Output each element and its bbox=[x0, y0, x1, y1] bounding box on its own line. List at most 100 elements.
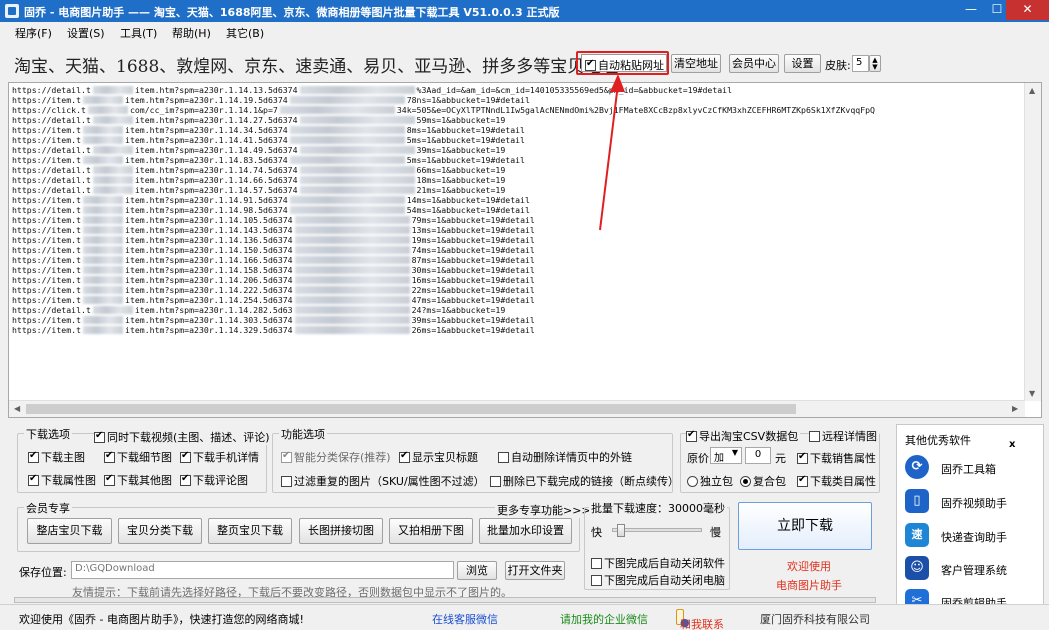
scroll-right-icon[interactable]: ▶ bbox=[1012, 404, 1018, 413]
save-path-input[interactable]: D:\GQDownload bbox=[71, 561, 454, 579]
url-line: https://detail.t item.htm?spm=a230r.1.14.… bbox=[12, 165, 1024, 175]
clear-address-button[interactable]: 清空地址 bbox=[671, 54, 721, 73]
service-wechat-link[interactable]: 在线客服微信 bbox=[432, 611, 498, 627]
price-op-select[interactable]: 加 ▼ bbox=[710, 447, 742, 464]
enterprise-wechat-link[interactable]: 请加我的企业微信 bbox=[560, 611, 648, 627]
delete-done-label: 删除已下载完成的链接（断点续传） bbox=[503, 475, 679, 488]
menu-other[interactable]: 其它(B) bbox=[226, 25, 264, 41]
scroll-down-icon[interactable]: ▼ bbox=[1029, 389, 1035, 398]
url-path: item.htm?spm=a230r.1.14.91.5d6374 bbox=[125, 195, 288, 205]
auto-shutdown-checkbox[interactable]: 下图完成后自动关闭电脑 bbox=[591, 572, 725, 588]
other-software-title: 其他优秀软件 bbox=[905, 434, 971, 447]
url-path: com/cc_im?spm=a230r.1.14.1&p=7 bbox=[129, 105, 278, 115]
minimize-button[interactable]: — bbox=[958, 0, 984, 20]
url-path: item.htm?spm=a230r.1.14.222.5d6374 bbox=[125, 285, 293, 295]
speed-slider[interactable] bbox=[612, 524, 702, 537]
sales-attr-checkbox[interactable]: 下载销售属性 bbox=[797, 450, 876, 466]
software-crm[interactable]: ☺ 客户管理系统 bbox=[905, 556, 1043, 582]
url-path: item.htm?spm=a230r.1.14.158.5d6374 bbox=[125, 265, 293, 275]
check-icon bbox=[591, 558, 602, 569]
blurred-region bbox=[294, 216, 410, 224]
attr-image-checkbox[interactable]: 下载属性图 bbox=[28, 472, 96, 488]
menu-settings[interactable]: 设置(S) bbox=[67, 25, 105, 41]
browse-button[interactable]: 浏览 bbox=[457, 561, 497, 580]
download-video-checkbox[interactable]: 同时下载视频(主图、描述、评论) bbox=[94, 429, 272, 445]
show-title-checkbox[interactable]: 显示宝贝标题 bbox=[399, 449, 478, 465]
url-prefix: https://item.t bbox=[12, 195, 82, 205]
software-toolbox[interactable]: ⟳ 固乔工具箱 bbox=[905, 455, 1043, 481]
category-attr-checkbox[interactable]: 下载类目属性 bbox=[797, 473, 876, 489]
open-folder-button[interactable]: 打开文件夹 bbox=[505, 561, 565, 580]
url-line: https://item.t item.htm?spm=a230r.1.14.41… bbox=[12, 135, 1024, 145]
blurred-region bbox=[289, 196, 405, 204]
url-path: item.htm?spm=a230r.1.14.98.5d6374 bbox=[125, 205, 288, 215]
standalone-radio[interactable]: 独立包 bbox=[687, 473, 733, 489]
auto-close-app-checkbox[interactable]: 下图完成后自动关闭软件 bbox=[591, 555, 725, 571]
speed-fast-label: 快 bbox=[591, 526, 602, 539]
smart-classify-checkbox[interactable]: 智能分类保存(推荐) bbox=[281, 449, 391, 465]
other-image-checkbox[interactable]: 下载其他图 bbox=[104, 472, 172, 488]
panel-close-icon[interactable]: x bbox=[1009, 439, 1015, 450]
blurred-region bbox=[83, 96, 124, 104]
menu-bar: 程序(F) 设置(S) 工具(T) 帮助(H) 其它(B) bbox=[0, 22, 1049, 42]
url-suffix: 39ms=1&abbucket=19 bbox=[416, 145, 506, 155]
scroll-up-icon[interactable]: ▲ bbox=[1029, 86, 1035, 95]
url-path: item.htm?spm=a230r.1.14.206.5d6374 bbox=[125, 275, 293, 285]
blurred-region bbox=[294, 326, 410, 334]
check-icon bbox=[498, 452, 509, 463]
scroll-left-icon[interactable]: ◀ bbox=[14, 404, 20, 413]
software-crm-label: 客户管理系统 bbox=[941, 564, 1007, 577]
remote-detail-checkbox[interactable]: 远程详情图 bbox=[809, 428, 879, 444]
member-center-button[interactable]: 会员中心 bbox=[729, 54, 779, 73]
delete-done-checkbox[interactable]: 删除已下载完成的链接（断点续传） bbox=[490, 473, 679, 489]
blurred-region bbox=[83, 296, 124, 304]
filter-duplicates-label: 过滤重复的图片（SKU/属性图不过滤） bbox=[294, 475, 485, 488]
menu-tools[interactable]: 工具(T) bbox=[120, 25, 157, 41]
url-suffix: 54ms=1&abbucket=19#detail bbox=[406, 205, 530, 215]
speed-slider-thumb[interactable] bbox=[617, 524, 625, 537]
settings-button[interactable]: 设置 bbox=[784, 54, 821, 73]
auto-delete-links-checkbox[interactable]: 自动删除详情页中的外链 bbox=[498, 449, 632, 465]
horizontal-scroll-thumb[interactable] bbox=[26, 404, 796, 414]
video-icon: ▯ bbox=[905, 489, 929, 513]
shop-download-button[interactable]: 整店宝贝下载 bbox=[27, 518, 112, 544]
more-features-link[interactable]: 更多专享功能>>> bbox=[495, 502, 593, 518]
review-image-checkbox[interactable]: 下载评论图 bbox=[180, 472, 248, 488]
long-image-button[interactable]: 长图拼接切图 bbox=[299, 518, 383, 544]
software-express[interactable]: 速 快递查询助手 bbox=[905, 523, 1043, 549]
blurred-region bbox=[294, 226, 410, 234]
skin-spinner[interactable]: ▲ ▼ bbox=[869, 55, 881, 72]
contact-button[interactable]: ● 和我联系 bbox=[676, 609, 724, 630]
main-image-checkbox[interactable]: 下载主图 bbox=[28, 449, 85, 465]
mobile-detail-checkbox[interactable]: 下载手机详情 bbox=[180, 449, 259, 465]
detail-image-checkbox[interactable]: 下载细节图 bbox=[104, 449, 172, 465]
category-download-button[interactable]: 宝贝分类下载 bbox=[118, 518, 202, 544]
url-path: item.htm?spm=a230r.1.14.254.5d6374 bbox=[125, 295, 293, 305]
app-icon bbox=[5, 4, 19, 18]
contact-label: 和我联系 bbox=[680, 618, 724, 630]
export-csv-checkbox[interactable]: 导出淘宝CSV数据包 bbox=[686, 428, 801, 444]
url-prefix: https://item.t bbox=[12, 275, 82, 285]
url-path: item.htm?spm=a230r.1.14.57.5d6374 bbox=[134, 185, 298, 195]
url-textarea[interactable]: https://detail.t item.htm?spm=a230r.1.14.… bbox=[8, 82, 1042, 418]
title-bar: 固乔 - 电商图片助手 —— 淘宝、天猫、1688阿里、京东、微商相册等图片批量… bbox=[0, 0, 1049, 22]
youpai-album-button[interactable]: 又拍相册下图 bbox=[389, 518, 473, 544]
url-line: https://item.t item.htm?spm=a230r.1.14.19… bbox=[12, 95, 1024, 105]
vertical-scrollbar[interactable]: ▲ ▼ bbox=[1024, 83, 1041, 401]
menu-program[interactable]: 程序(F) bbox=[15, 25, 52, 41]
download-now-button[interactable]: 立即下载 bbox=[738, 502, 872, 550]
close-button[interactable]: ✕ bbox=[1006, 0, 1049, 20]
auto-shutdown-label: 下图完成后自动关闭电脑 bbox=[604, 574, 725, 587]
software-video[interactable]: ▯ 固乔视频助手 bbox=[905, 489, 1043, 515]
skin-input[interactable]: 5 bbox=[852, 55, 869, 72]
price-value-input[interactable]: 0 bbox=[745, 447, 771, 464]
horizontal-scrollbar[interactable]: ◀ ▶ bbox=[9, 400, 1025, 417]
blurred-region bbox=[289, 96, 405, 104]
filter-duplicates-checkbox[interactable]: 过滤重复的图片（SKU/属性图不过滤） bbox=[281, 473, 485, 489]
page-download-button[interactable]: 整页宝贝下载 bbox=[208, 518, 292, 544]
watermark-button[interactable]: 批量加水印设置 bbox=[479, 518, 572, 544]
blurred-region bbox=[92, 306, 133, 314]
combined-radio[interactable]: 复合包 bbox=[740, 473, 786, 489]
menu-help[interactable]: 帮助(H) bbox=[172, 25, 211, 41]
url-path: item.htm?spm=a230r.1.14.83.5d6374 bbox=[125, 155, 288, 165]
